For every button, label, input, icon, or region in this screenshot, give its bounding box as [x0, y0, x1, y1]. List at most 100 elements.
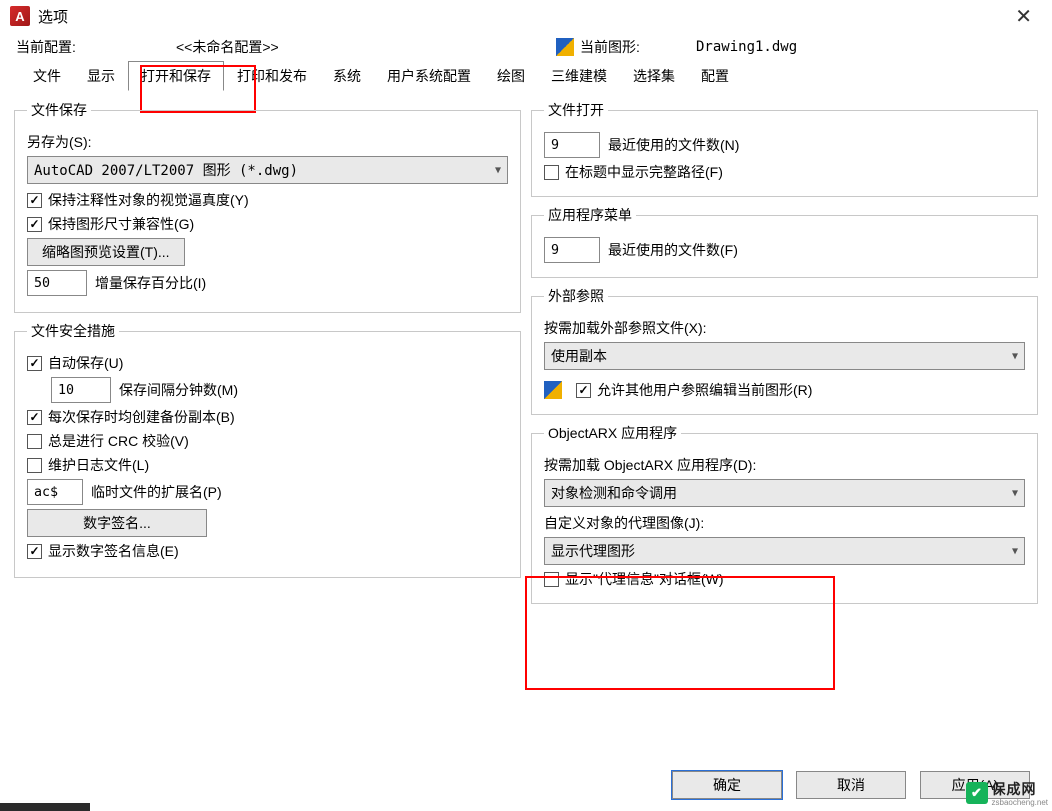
proxy-image-label: 自定义对象的代理图像(J): — [544, 513, 704, 533]
appmenu-recent-label: 最近使用的文件数(F) — [608, 240, 738, 260]
checkbox-full-path-title[interactable]: 在标题中显示完整路径(F) — [544, 162, 1025, 182]
window-title: 选项 — [38, 6, 68, 27]
drawing-icon — [556, 38, 574, 56]
checkbox-box — [27, 356, 42, 371]
left-column: 文件保存 另存为(S): AutoCAD 2007/LT2007 图形 (*.d… — [14, 100, 521, 604]
content-area: 文件保存 另存为(S): AutoCAD 2007/LT2007 图形 (*.d… — [0, 90, 1052, 604]
checkbox-box — [27, 458, 42, 473]
chevron-down-icon: ▼ — [1012, 351, 1018, 362]
group-xref: 外部参照 按需加载外部参照文件(X): 使用副本 ▼ 允许其他用户参照编辑当前图… — [531, 286, 1038, 415]
tab-strip: 文件 显示 打开和保存 打印和发布 系统 用户系统配置 绘图 三维建模 选择集 … — [0, 62, 1052, 90]
checkbox-allow-others-edit[interactable]: 允许其他用户参照编辑当前图形(R) — [576, 380, 812, 400]
watermark-sub: zsbaocheng.net — [992, 799, 1049, 807]
save-as-format-value: AutoCAD 2007/LT2007 图形 (*.dwg) — [34, 160, 298, 180]
checkbox-label: 维护日志文件(L) — [48, 455, 149, 475]
checkbox-label: 保持注释性对象的视觉逼真度(Y) — [48, 190, 249, 210]
profile-row: 当前配置: <<未命名配置>> 当前图形: Drawing1.dwg — [0, 32, 1052, 62]
tab-drafting[interactable]: 绘图 — [484, 61, 538, 91]
chevron-down-icon: ▼ — [1012, 546, 1018, 557]
checkbox-label: 显示数字签名信息(E) — [48, 541, 179, 561]
legend-xref: 外部参照 — [544, 286, 608, 306]
tab-profiles[interactable]: 配置 — [688, 61, 742, 91]
current-drawing-label-text: 当前图形: — [580, 37, 640, 57]
tab-display[interactable]: 显示 — [74, 61, 128, 91]
checkbox-box — [544, 572, 559, 587]
digital-signature-button[interactable]: 数字签名... — [27, 509, 207, 537]
xref-load-label: 按需加载外部参照文件(X): — [544, 318, 707, 338]
temp-ext-label: 临时文件的扩展名(P) — [91, 482, 222, 502]
tab-system[interactable]: 系统 — [320, 61, 374, 91]
group-file-open: 文件打开 最近使用的文件数(N) 在标题中显示完整路径(F) — [531, 100, 1038, 197]
checkbox-auto-save[interactable]: 自动保存(U) — [27, 353, 508, 373]
tab-selection[interactable]: 选择集 — [620, 61, 688, 91]
checkbox-label: 自动保存(U) — [48, 353, 123, 373]
thumbnail-settings-button[interactable]: 缩略图预览设置(T)... — [27, 238, 185, 266]
checkbox-label: 总是进行 CRC 校验(V) — [48, 431, 189, 451]
tab-files[interactable]: 文件 — [20, 61, 74, 91]
appmenu-recent-input[interactable] — [544, 237, 600, 263]
xref-load-value: 使用副本 — [551, 346, 607, 366]
legend-app-menu: 应用程序菜单 — [544, 205, 636, 225]
incremental-save-label: 增量保存百分比(I) — [95, 273, 206, 293]
bottom-bar — [0, 803, 90, 811]
checkbox-box — [544, 165, 559, 180]
current-drawing-value: Drawing1.dwg — [696, 39, 797, 55]
checkbox-show-digsig[interactable]: 显示数字签名信息(E) — [27, 541, 508, 561]
ok-button[interactable]: 确定 — [672, 771, 782, 799]
tab-user-prefs[interactable]: 用户系统配置 — [374, 61, 484, 91]
checkbox-label: 允许其他用户参照编辑当前图形(R) — [597, 380, 812, 400]
right-column: 文件打开 最近使用的文件数(N) 在标题中显示完整路径(F) 应用程序菜单 最近… — [531, 100, 1038, 604]
checkbox-box — [27, 217, 42, 232]
legend-file-safety: 文件安全措施 — [27, 321, 119, 341]
checkbox-backup-each-save[interactable]: 每次保存时均创建备份副本(B) — [27, 407, 508, 427]
arx-load-label: 按需加载 ObjectARX 应用程序(D): — [544, 455, 756, 475]
tab-3d-modeling[interactable]: 三维建模 — [538, 61, 620, 91]
save-as-label: 另存为(S): — [27, 132, 92, 152]
legend-file-save: 文件保存 — [27, 100, 91, 120]
drawing-icon — [544, 381, 562, 399]
tab-open-save[interactable]: 打开和保存 — [128, 61, 224, 91]
proxy-image-select[interactable]: 显示代理图形 ▼ — [544, 537, 1025, 565]
cancel-button[interactable]: 取消 — [796, 771, 906, 799]
checkbox-box — [27, 544, 42, 559]
titlebar: A 选项 ✕ — [0, 0, 1052, 32]
checkbox-log-file[interactable]: 维护日志文件(L) — [27, 455, 508, 475]
current-drawing-label: 当前图形: — [556, 37, 696, 57]
app-logo: A — [10, 6, 30, 26]
close-icon[interactable]: ✕ — [1005, 4, 1042, 29]
checkbox-annot-fidelity[interactable]: 保持注释性对象的视觉逼真度(Y) — [27, 190, 508, 210]
arx-load-select[interactable]: 对象检测和命令调用 ▼ — [544, 479, 1025, 507]
group-file-save: 文件保存 另存为(S): AutoCAD 2007/LT2007 图形 (*.d… — [14, 100, 521, 313]
current-profile-label: 当前配置: — [16, 37, 176, 57]
checkbox-label: 每次保存时均创建备份副本(B) — [48, 407, 235, 427]
legend-file-open: 文件打开 — [544, 100, 608, 120]
checkbox-label: 显示"代理信息"对话框(W) — [565, 569, 723, 589]
save-as-format-select[interactable]: AutoCAD 2007/LT2007 图形 (*.dwg) ▼ — [27, 156, 508, 184]
recent-files-input[interactable] — [544, 132, 600, 158]
checkbox-box — [576, 383, 591, 398]
chevron-down-icon: ▼ — [1012, 488, 1018, 499]
auto-save-minutes-input[interactable] — [51, 377, 111, 403]
arx-load-value: 对象检测和命令调用 — [551, 483, 677, 503]
watermark: ✔ 保成网 zsbaocheng.net — [966, 779, 1049, 807]
recent-files-label: 最近使用的文件数(N) — [608, 135, 739, 155]
group-objectarx: ObjectARX 应用程序 按需加载 ObjectARX 应用程序(D): 对… — [531, 423, 1038, 604]
checkbox-label: 在标题中显示完整路径(F) — [565, 162, 723, 182]
shield-icon: ✔ — [966, 782, 988, 804]
auto-save-minutes-label: 保存间隔分钟数(M) — [119, 380, 238, 400]
chevron-down-icon: ▼ — [495, 165, 501, 176]
watermark-brand: 保成网 — [992, 781, 1037, 797]
checkbox-proxy-dialog[interactable]: 显示"代理信息"对话框(W) — [544, 569, 1025, 589]
checkbox-size-compat[interactable]: 保持图形尺寸兼容性(G) — [27, 214, 508, 234]
checkbox-box — [27, 434, 42, 449]
checkbox-label: 保持图形尺寸兼容性(G) — [48, 214, 194, 234]
incremental-save-input[interactable] — [27, 270, 87, 296]
proxy-image-value: 显示代理图形 — [551, 541, 635, 561]
current-profile-value: <<未命名配置>> — [176, 37, 556, 57]
xref-load-select[interactable]: 使用副本 ▼ — [544, 342, 1025, 370]
temp-ext-input[interactable] — [27, 479, 83, 505]
checkbox-box — [27, 193, 42, 208]
legend-objectarx: ObjectARX 应用程序 — [544, 423, 681, 443]
tab-print-publish[interactable]: 打印和发布 — [224, 61, 320, 91]
checkbox-crc-check[interactable]: 总是进行 CRC 校验(V) — [27, 431, 508, 451]
